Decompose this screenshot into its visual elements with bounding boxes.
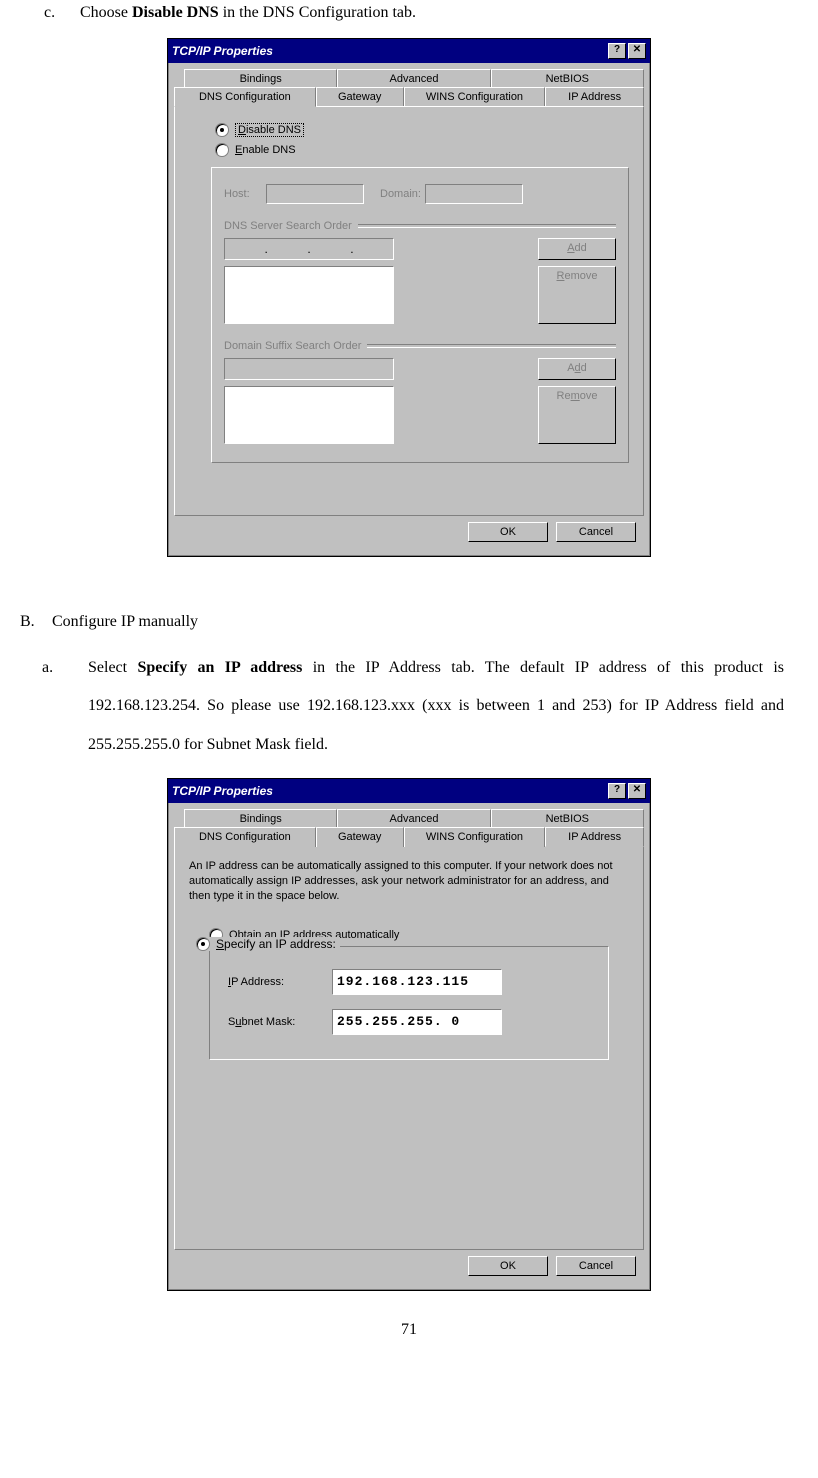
help-button[interactable]: ? — [608, 43, 626, 59]
tab-netbios[interactable]: NetBIOS — [491, 69, 644, 88]
tab2-gateway[interactable]: Gateway — [316, 827, 404, 847]
window-title-2: TCP/IP Properties — [172, 784, 606, 798]
tab2-ip-address[interactable]: IP Address — [545, 827, 644, 847]
cancel-button-2[interactable]: Cancel — [556, 1256, 636, 1276]
section-b-text: Configure IP manually — [52, 613, 198, 630]
ok-button-2[interactable]: OK — [468, 1256, 548, 1276]
radio-specify[interactable] — [196, 937, 210, 951]
radio-disable-dns[interactable] — [215, 123, 229, 137]
window-title: TCP/IP Properties — [172, 44, 606, 58]
instruction-c-letter: c. — [44, 4, 76, 22]
ip-intro-text: An IP address can be automatically assig… — [189, 859, 629, 904]
instruction-c-prefix: Choose — [80, 4, 132, 21]
radio-specify-label: Specify an IP address: — [216, 937, 336, 951]
tab-bindings[interactable]: Bindings — [184, 69, 337, 88]
instruction-c-suffix: in the DNS Configuration tab. — [219, 4, 416, 21]
titlebar[interactable]: TCP/IP Properties ? ✕ — [168, 39, 650, 63]
help-button-2[interactable]: ? — [608, 783, 626, 799]
ip-address-label: IP Address: — [228, 976, 332, 988]
tab-gateway[interactable]: Gateway — [316, 87, 404, 107]
instruction-c: c. Choose Disable DNS in the DNS Configu… — [20, 4, 798, 22]
tab-advanced[interactable]: Advanced — [337, 69, 490, 88]
tab2-advanced[interactable]: Advanced — [337, 809, 490, 828]
ok-button[interactable]: OK — [468, 522, 548, 542]
instruction-a: a.Select Specify an IP address in the IP… — [88, 649, 784, 764]
ip-address-input[interactable]: 192.168.123.115 — [332, 969, 502, 995]
tab-wins-configuration[interactable]: WINS Configuration — [404, 87, 546, 107]
close-button[interactable]: ✕ — [628, 43, 646, 59]
domain-label: Domain: — [380, 188, 421, 200]
dns-server-input: ... — [224, 238, 394, 260]
instruction-a-prefix: Select — [88, 659, 137, 676]
suffix-remove-button: Remove — [538, 386, 616, 444]
dns-groupbox: Host: Domain: DNS Server Search Order ..… — [211, 167, 629, 463]
tcpip-dialog-dns: TCP/IP Properties ? ✕ Bindings Advanced … — [167, 38, 651, 557]
page-number: 71 — [20, 1321, 798, 1339]
suffix-input — [224, 358, 394, 380]
tab2-wins-configuration[interactable]: WINS Configuration — [404, 827, 546, 847]
radio-disable-dns-label: Disable DNS — [235, 123, 304, 137]
tab-dns-configuration[interactable]: DNS Configuration — [174, 87, 316, 107]
close-button-2[interactable]: ✕ — [628, 783, 646, 799]
dns-panel: Disable DNS Enable DNS Host: Domain: DNS… — [174, 106, 644, 516]
tab2-dns-configuration[interactable]: DNS Configuration — [174, 827, 316, 847]
dns-remove-button: Remove — [538, 266, 616, 324]
section-b-letter: B. — [20, 613, 48, 631]
tab2-bindings[interactable]: Bindings — [184, 809, 337, 828]
dns-order-label: DNS Server Search Order — [224, 220, 616, 232]
host-input — [266, 184, 364, 204]
titlebar-2[interactable]: TCP/IP Properties ? ✕ — [168, 779, 650, 803]
suffix-order-label: Domain Suffix Search Order — [224, 340, 616, 352]
section-b: B. Configure IP manually — [20, 613, 798, 631]
dns-server-list — [224, 266, 394, 324]
tcpip-dialog-ip: TCP/IP Properties ? ✕ Bindings Advanced … — [167, 778, 651, 1291]
subnet-mask-label: Subnet Mask: — [228, 1016, 332, 1028]
cancel-button[interactable]: Cancel — [556, 522, 636, 542]
tab-ip-address[interactable]: IP Address — [545, 87, 644, 107]
radio-disable-dns-row[interactable]: Disable DNS — [215, 123, 629, 137]
ip-panel: An IP address can be automatically assig… — [174, 846, 644, 1250]
domain-input — [425, 184, 523, 204]
radio-specify-row[interactable]: Specify an IP address: — [192, 937, 340, 951]
instruction-a-letter: a. — [42, 649, 88, 687]
suffix-list — [224, 386, 394, 444]
specify-group: Specify an IP address: IP Address: 192.1… — [209, 946, 609, 1060]
radio-enable-dns[interactable] — [215, 143, 229, 157]
instruction-c-bold: Disable DNS — [132, 4, 219, 21]
tab2-netbios[interactable]: NetBIOS — [491, 809, 644, 828]
radio-enable-dns-row[interactable]: Enable DNS — [215, 143, 629, 157]
subnet-mask-input[interactable]: 255.255.255. 0 — [332, 1009, 502, 1035]
host-label: Host: — [224, 188, 266, 200]
instruction-a-bold: Specify an IP address — [137, 659, 302, 676]
radio-enable-dns-label: Enable DNS — [235, 144, 296, 156]
suffix-add-button: Add — [538, 358, 616, 380]
dns-add-button: Add — [538, 238, 616, 260]
